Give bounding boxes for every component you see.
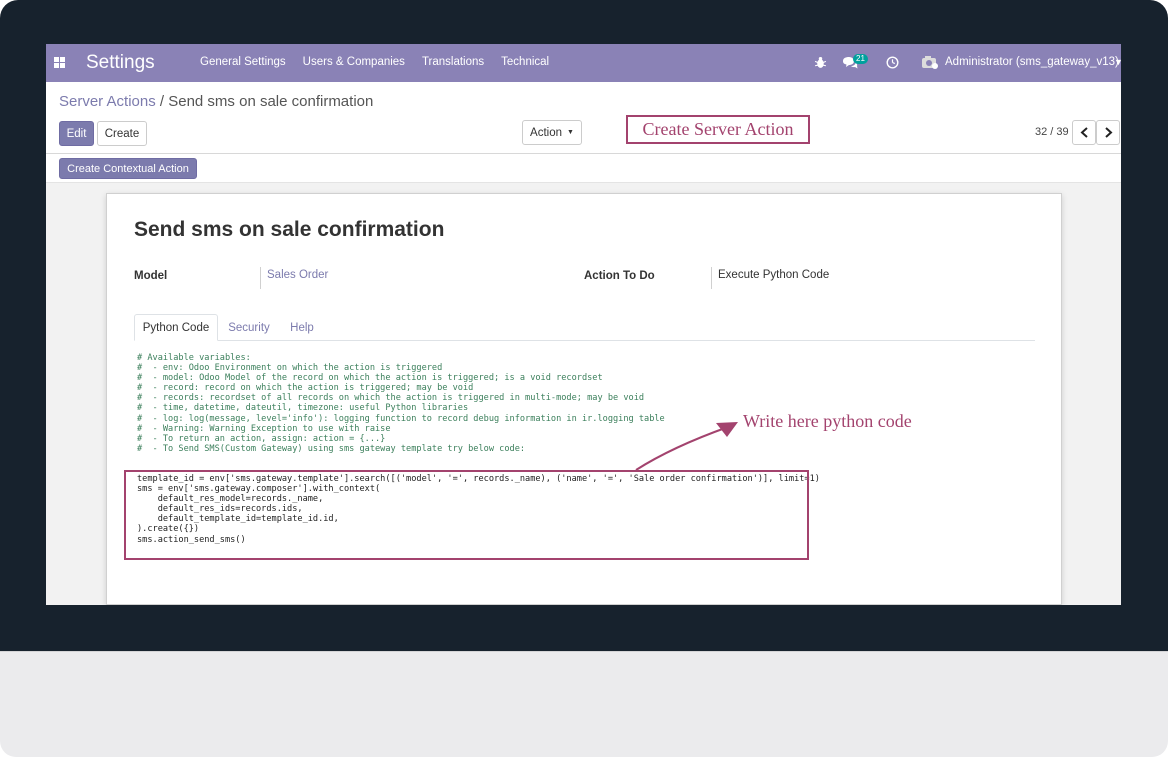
code-comment-line: # - records: recordset of all records on…: [137, 393, 645, 404]
control-panel-divider: [46, 153, 1121, 154]
code-comment-line: # - model: Odoo Model of the record on w…: [137, 373, 603, 384]
menu-translations[interactable]: Translations: [422, 56, 484, 68]
activity-clock-icon[interactable]: [886, 56, 899, 69]
chevron-left-icon: [1080, 127, 1088, 138]
write-python-code-annotation: Write here python code: [743, 411, 912, 431]
tab-security[interactable]: Security: [222, 314, 276, 341]
action-label: Action: [530, 126, 563, 139]
action-to-do-field[interactable]: Execute Python Code: [711, 267, 829, 289]
breadcrumb: Server Actions / Send sms on sale confir…: [59, 93, 373, 110]
code-comment-line: # Available variables:: [137, 353, 251, 363]
app-screen: Settings General Settings Users & Compan…: [46, 44, 1121, 605]
message-count-badge: 21: [853, 54, 868, 64]
create-contextual-action-button[interactable]: Create Contextual Action: [59, 158, 197, 179]
top-navbar: Settings General Settings Users & Compan…: [46, 44, 1121, 82]
code-comment-line: # - env: Odoo Environment on which the a…: [137, 363, 443, 374]
code-comment-line: # - record: record on which the action i…: [137, 383, 474, 394]
pager-next-button[interactable]: [1096, 120, 1120, 145]
action-dropdown-button[interactable]: Action ▼: [522, 120, 582, 145]
create-server-action-annotation: Create Server Action: [626, 115, 810, 144]
user-avatar-icon[interactable]: [921, 55, 939, 69]
code-comment-line: # - time, datetime, dateutil, timezone: …: [137, 403, 469, 414]
code-comment-line: # - log: log(message, level='info'): log…: [137, 413, 665, 424]
pager-counter[interactable]: 32 / 39: [1035, 126, 1069, 138]
code-comment-line: # - Warning: Warning Exception to use wi…: [137, 423, 391, 434]
pager-previous-button[interactable]: [1072, 120, 1096, 145]
main-menu: General Settings Users & Companies Trans…: [200, 56, 566, 68]
apps-menu-icon[interactable]: [54, 57, 65, 68]
breadcrumb-separator: /: [155, 93, 169, 110]
chevron-right-icon: [1104, 127, 1112, 138]
debug-bug-icon[interactable]: [814, 56, 827, 69]
user-menu[interactable]: Administrator (sms_gateway_v13): [945, 56, 1119, 68]
edit-button[interactable]: Edit: [59, 121, 94, 146]
code-comment-line: # - To return an action, assign: action …: [137, 433, 386, 444]
caret-down-icon[interactable]: ▼: [1114, 57, 1121, 67]
caret-down-icon: ▼: [567, 129, 574, 136]
menu-users-companies[interactable]: Users & Companies: [303, 56, 405, 68]
tab-python-code[interactable]: Python Code: [134, 314, 218, 341]
breadcrumb-server-actions[interactable]: Server Actions: [59, 93, 156, 110]
tab-help[interactable]: Help: [284, 314, 320, 341]
create-button[interactable]: Create: [97, 121, 147, 146]
record-title: Send sms on sale confirmation: [134, 218, 445, 241]
monitor-chin: [0, 651, 1168, 757]
python-code-highlight-box: [124, 470, 809, 560]
annotation-arrow-icon: [635, 422, 738, 471]
code-comments[interactable]: # Available variables: # - env: Odoo Envi…: [137, 353, 665, 454]
menu-general-settings[interactable]: General Settings: [200, 56, 286, 68]
model-label: Model: [134, 270, 168, 282]
app-title[interactable]: Settings: [86, 52, 155, 74]
action-to-do-label: Action To Do: [584, 270, 655, 282]
model-field[interactable]: Sales Order: [260, 267, 328, 289]
menu-technical[interactable]: Technical: [501, 56, 549, 68]
breadcrumb-current: Send sms on sale confirmation: [168, 93, 374, 110]
code-comment-line: # - To Send SMS(Custom Gateway) using sm…: [137, 443, 526, 454]
